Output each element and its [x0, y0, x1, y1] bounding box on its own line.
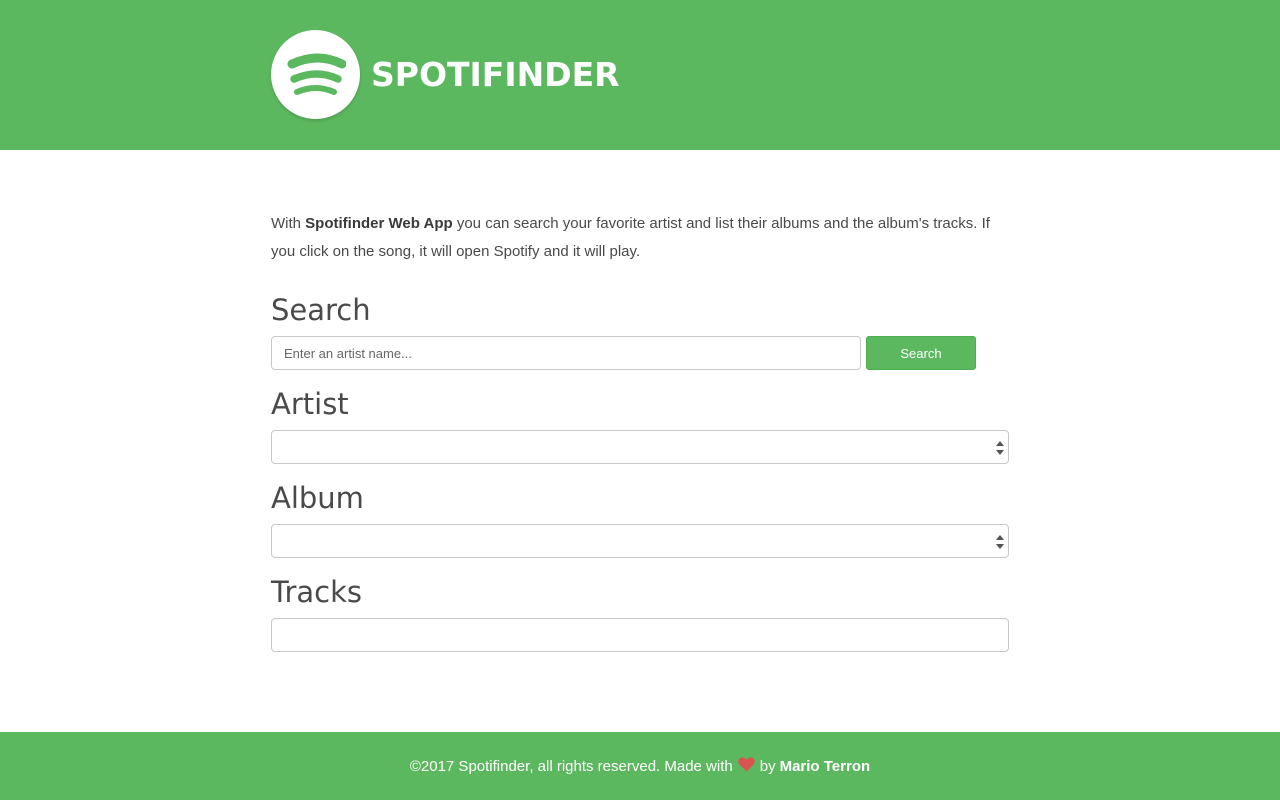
footer-copyright: ©2017 Spotifinder, all rights reserved. …	[409, 757, 733, 775]
artist-heading: Artist	[271, 387, 349, 421]
artist-search-input[interactable]	[271, 336, 861, 370]
heart-icon	[737, 757, 755, 776]
search-button[interactable]: Search	[866, 336, 976, 370]
search-row: Search	[271, 336, 1009, 370]
select-arrows-icon	[996, 441, 1004, 455]
footer: ©2017 Spotifinder, all rights reserved. …	[0, 732, 1280, 800]
footer-by: by	[759, 757, 776, 775]
logo[interactable]: SPOTIFINDER	[271, 30, 620, 119]
tracks-heading: Tracks	[271, 575, 362, 609]
brand-title: SPOTIFINDER	[371, 55, 620, 94]
artist-select[interactable]	[271, 430, 1009, 464]
tracks-list[interactable]	[271, 618, 1009, 652]
header: SPOTIFINDER	[0, 0, 1280, 150]
select-arrows-icon	[996, 535, 1004, 549]
intro-text: With Spotifinder Web App you can search …	[271, 210, 1009, 266]
album-select[interactable]	[271, 524, 1009, 558]
main-content: With Spotifinder Web App you can search …	[271, 150, 1009, 652]
spotify-logo-icon	[271, 30, 360, 119]
intro-app-name: Spotifinder Web App	[305, 215, 453, 232]
search-heading: Search	[271, 293, 371, 327]
album-heading: Album	[271, 481, 364, 515]
intro-prefix: With	[271, 215, 306, 232]
author-link[interactable]: Mario Terron	[780, 758, 871, 775]
